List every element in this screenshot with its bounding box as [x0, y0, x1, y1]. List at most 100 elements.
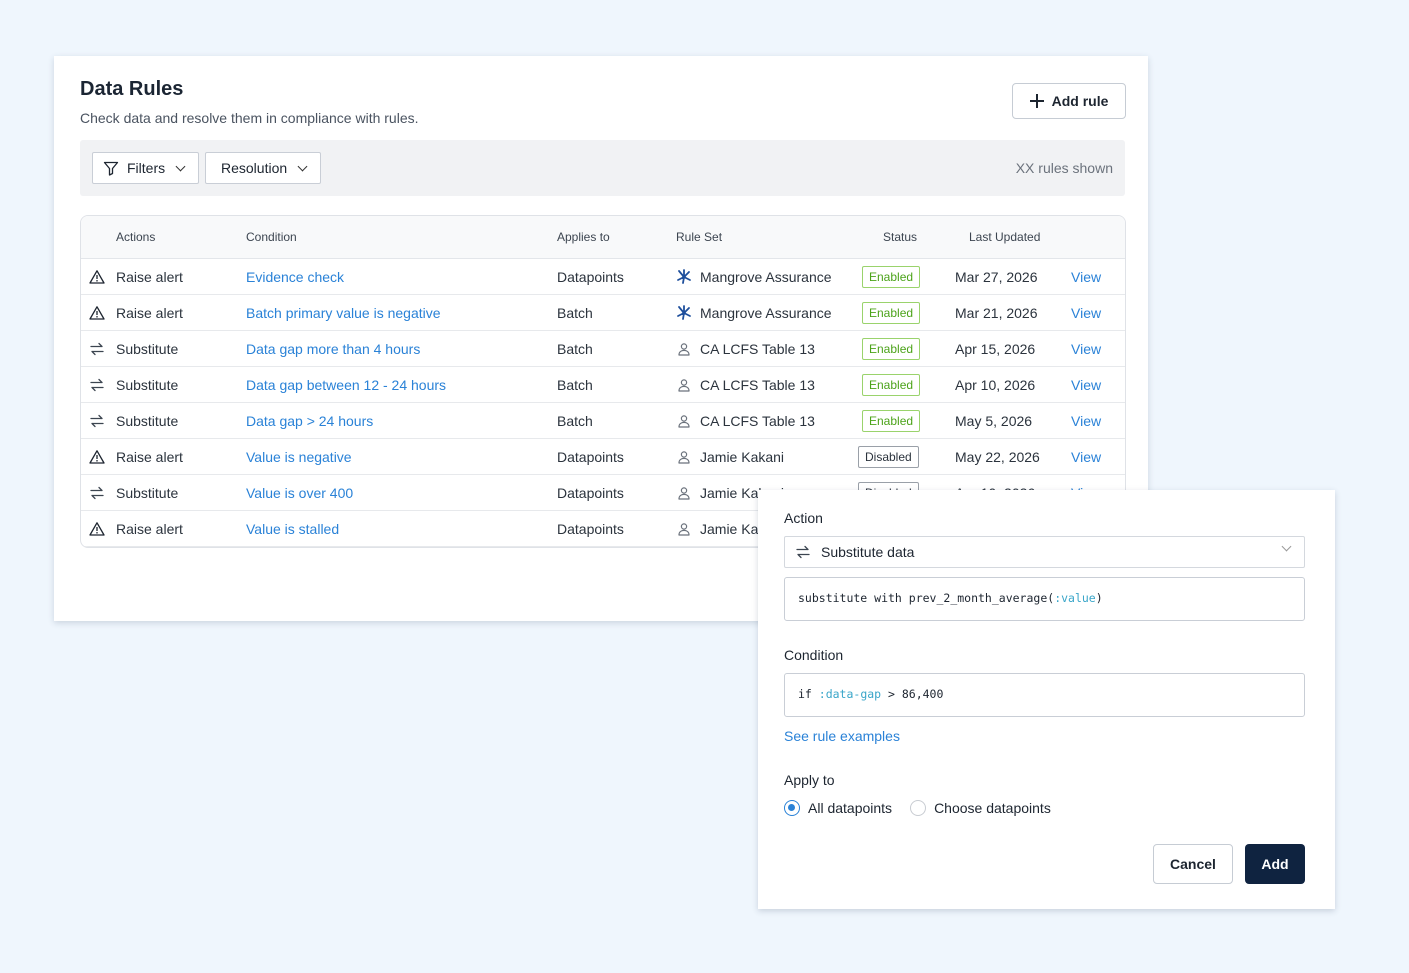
- condition-code-suffix: > 86,400: [881, 687, 944, 701]
- row-condition-link[interactable]: Evidence check: [246, 269, 344, 285]
- add-rule-panel: Action Substitute data substitute with p…: [758, 490, 1335, 909]
- row-rule-set: Mangrove Assurance: [700, 269, 832, 285]
- row-last-updated: Mar 27, 2026: [955, 269, 1038, 285]
- row-rule-set: CA LCFS Table 13: [700, 413, 815, 429]
- status-badge: Enabled: [862, 338, 921, 360]
- header-rule-set: Rule Set: [676, 230, 723, 244]
- filter-toolbar: Filters Resolution XX rules shown: [80, 140, 1125, 196]
- radio-all-datapoints-label: All datapoints: [808, 800, 893, 816]
- action-select-value: Substitute data: [821, 544, 915, 560]
- header-actions: Actions: [116, 230, 156, 244]
- condition-code-input[interactable]: if :data-gap > 86,400: [784, 673, 1305, 717]
- table-row: Raise alert Value is negative Datapoints Ja…: [81, 439, 1125, 475]
- warning-icon: [89, 521, 105, 537]
- row-view-link[interactable]: View: [1071, 341, 1101, 357]
- row-applies-to: Datapoints: [557, 485, 624, 501]
- resolution-label: Resolution: [221, 160, 288, 176]
- action-code-suffix: ): [1095, 591, 1103, 605]
- warning-icon: [89, 449, 105, 465]
- apply-to-label: Apply to: [784, 772, 835, 788]
- row-action: Raise alert: [116, 305, 183, 321]
- radio-all-datapoints[interactable]: [784, 800, 800, 816]
- row-view-link[interactable]: View: [1071, 377, 1101, 393]
- status-badge: Disabled: [858, 446, 919, 468]
- row-last-updated: May 22, 2026: [955, 449, 1040, 465]
- action-select[interactable]: Substitute data: [784, 536, 1305, 568]
- row-action: Substitute: [116, 341, 179, 357]
- filter-icon: [103, 161, 119, 176]
- status-badge: Enabled: [862, 302, 921, 324]
- row-rule-set: Mangrove Assurance: [700, 305, 832, 321]
- radio-choose-datapoints-label: Choose datapoints: [934, 800, 1051, 816]
- header-condition: Condition: [246, 230, 297, 244]
- condition-code-prefix: if: [798, 687, 819, 701]
- table-row: Raise alert Evidence check Datapoints Mangr…: [81, 259, 1125, 295]
- row-last-updated: Apr 15, 2026: [955, 341, 1036, 357]
- row-action: Substitute: [116, 413, 179, 429]
- table-row: Substitute Data gap > 24 hours Batch CA LCF…: [81, 403, 1125, 439]
- table-header: Actions Condition Applies to Rule Set St…: [81, 216, 1125, 259]
- row-condition-link[interactable]: Value is stalled: [246, 521, 339, 537]
- status-badge: Enabled: [862, 266, 921, 288]
- row-condition-link[interactable]: Value is negative: [246, 449, 352, 465]
- user-icon: [676, 521, 692, 537]
- action-code-var: :value: [1054, 591, 1096, 605]
- row-last-updated: Mar 21, 2026: [955, 305, 1038, 321]
- chevron-down-icon: [175, 161, 186, 171]
- header-applies-to: Applies to: [557, 230, 610, 244]
- page-subtitle: Check data and resolve them in complianc…: [80, 110, 419, 126]
- radio-choose-datapoints[interactable]: [910, 800, 927, 816]
- swap-icon: [796, 545, 810, 559]
- rules-count: XX rules shown: [1015, 160, 1113, 176]
- swap-icon: [89, 377, 105, 393]
- add-button[interactable]: Add: [1245, 844, 1305, 884]
- row-condition-link[interactable]: Value is over 400: [246, 485, 353, 501]
- filters-label: Filters: [127, 160, 166, 176]
- row-applies-to: Datapoints: [557, 521, 624, 537]
- filters-button[interactable]: Filters: [92, 152, 200, 184]
- row-last-updated: May 5, 2026: [955, 413, 1033, 429]
- row-rule-set: CA LCFS Table 13: [700, 377, 815, 393]
- resolution-button[interactable]: Resolution: [205, 152, 322, 184]
- chevron-down-icon: [297, 161, 308, 171]
- row-view-link[interactable]: View: [1071, 413, 1101, 429]
- add-rule-button[interactable]: Add rule: [1012, 83, 1126, 119]
- user-icon: [676, 377, 692, 393]
- row-condition-link[interactable]: Data gap between 12 - 24 hours: [246, 377, 446, 393]
- row-view-link[interactable]: View: [1071, 449, 1101, 465]
- row-applies-to: Batch: [557, 377, 593, 393]
- table-row: Substitute Data gap more than 4 hours Batc…: [81, 331, 1125, 367]
- user-icon: [676, 413, 692, 429]
- status-badge: Enabled: [862, 374, 921, 396]
- header-status: Status: [883, 230, 918, 244]
- swap-icon: [89, 413, 105, 429]
- header-last-updated: Last Updated: [969, 230, 1041, 244]
- row-applies-to: Datapoints: [557, 449, 624, 465]
- row-applies-to: Batch: [557, 305, 593, 321]
- row-condition-link[interactable]: Batch primary value is negative: [246, 305, 441, 321]
- table-row: Raise alert Batch primary value is negati…: [81, 295, 1125, 331]
- row-view-link[interactable]: View: [1071, 305, 1101, 321]
- row-condition-link[interactable]: Data gap > 24 hours: [246, 413, 373, 429]
- chevron-down-icon: [1281, 541, 1292, 552]
- user-icon: [676, 341, 692, 357]
- action-label: Action: [784, 510, 823, 526]
- add-rule-label: Add rule: [1051, 93, 1109, 109]
- apply-to-options: All datapoints Choose datapoints: [784, 800, 1051, 816]
- row-action: Substitute: [116, 377, 179, 393]
- row-applies-to: Batch: [557, 341, 593, 357]
- see-rule-examples-link[interactable]: See rule examples: [784, 728, 900, 744]
- row-applies-to: Datapoints: [557, 269, 624, 285]
- row-view-link[interactable]: View: [1071, 269, 1101, 285]
- user-icon: [676, 449, 692, 465]
- status-badge: Enabled: [862, 410, 921, 432]
- action-code-input[interactable]: substitute with prev_2_month_average(:va…: [784, 577, 1305, 621]
- swap-icon: [89, 485, 105, 501]
- warning-icon: [89, 269, 105, 285]
- mangrove-logo-icon: [676, 305, 692, 321]
- row-last-updated: Apr 10, 2026: [955, 377, 1036, 393]
- plus-icon: [1029, 94, 1044, 108]
- row-condition-link[interactable]: Data gap more than 4 hours: [246, 341, 420, 357]
- row-action: Raise alert: [116, 449, 183, 465]
- cancel-button[interactable]: Cancel: [1153, 844, 1233, 884]
